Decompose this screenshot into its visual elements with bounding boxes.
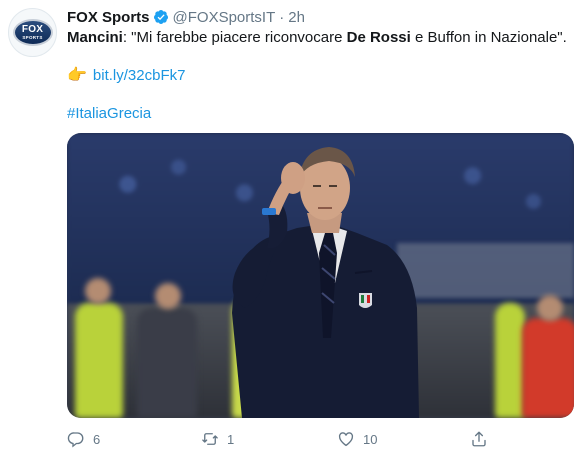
tweet-actions: 6 1 10 — [67, 430, 547, 452]
author-name[interactable]: FOX Sports — [67, 9, 150, 26]
logo-text-sports: SPORTS — [22, 34, 43, 40]
pointing-hand-icon: 👉 — [67, 67, 87, 84]
like-count: 10 — [363, 431, 378, 447]
text-segment: e Buffon in Nazionale". — [410, 29, 567, 46]
retweet-icon — [202, 433, 218, 445]
retweet-button[interactable]: 1 — [201, 430, 234, 448]
hashtag-link[interactable]: #ItaliaGrecia — [67, 104, 151, 124]
share-icon — [472, 431, 486, 447]
tweet-text: Mancini: "Mi farebbe piacere riconvocare… — [67, 28, 572, 48]
separator-dot: · — [279, 8, 285, 26]
link-line: 👉 bit.ly/32cbFk7 — [67, 66, 185, 86]
reply-icon — [67, 432, 84, 448]
reply-count: 6 — [93, 431, 101, 447]
heart-icon — [338, 432, 354, 447]
timestamp[interactable]: 2h — [288, 9, 305, 26]
text-segment: : "Mi farebbe piacere riconvocare — [122, 29, 347, 46]
fox-sports-logo-icon: FOX SPORTS — [12, 19, 53, 46]
tweet-photo[interactable] — [67, 133, 574, 418]
text-bold-mancini: Mancini — [67, 29, 123, 46]
tweet-link[interactable]: bit.ly/32cbFk7 — [93, 66, 186, 86]
share-button[interactable] — [470, 430, 488, 448]
tweet[interactable]: FOX SPORTS FOX Sports @FOXSportsIT · 2h … — [0, 0, 585, 451]
verified-badge-icon — [153, 10, 168, 24]
like-button[interactable]: 10 — [337, 430, 377, 448]
retweet-count: 1 — [227, 431, 235, 447]
coach-figure — [232, 147, 419, 418]
tweet-header: FOX Sports @FOXSportsIT · 2h — [67, 7, 305, 27]
text-bold-derossi: De Rossi — [346, 29, 411, 46]
author-handle[interactable]: @FOXSportsIT — [173, 9, 276, 26]
reply-button[interactable]: 6 — [67, 430, 100, 448]
avatar[interactable]: FOX SPORTS — [8, 8, 57, 57]
logo-text-fox: FOX — [21, 23, 44, 35]
